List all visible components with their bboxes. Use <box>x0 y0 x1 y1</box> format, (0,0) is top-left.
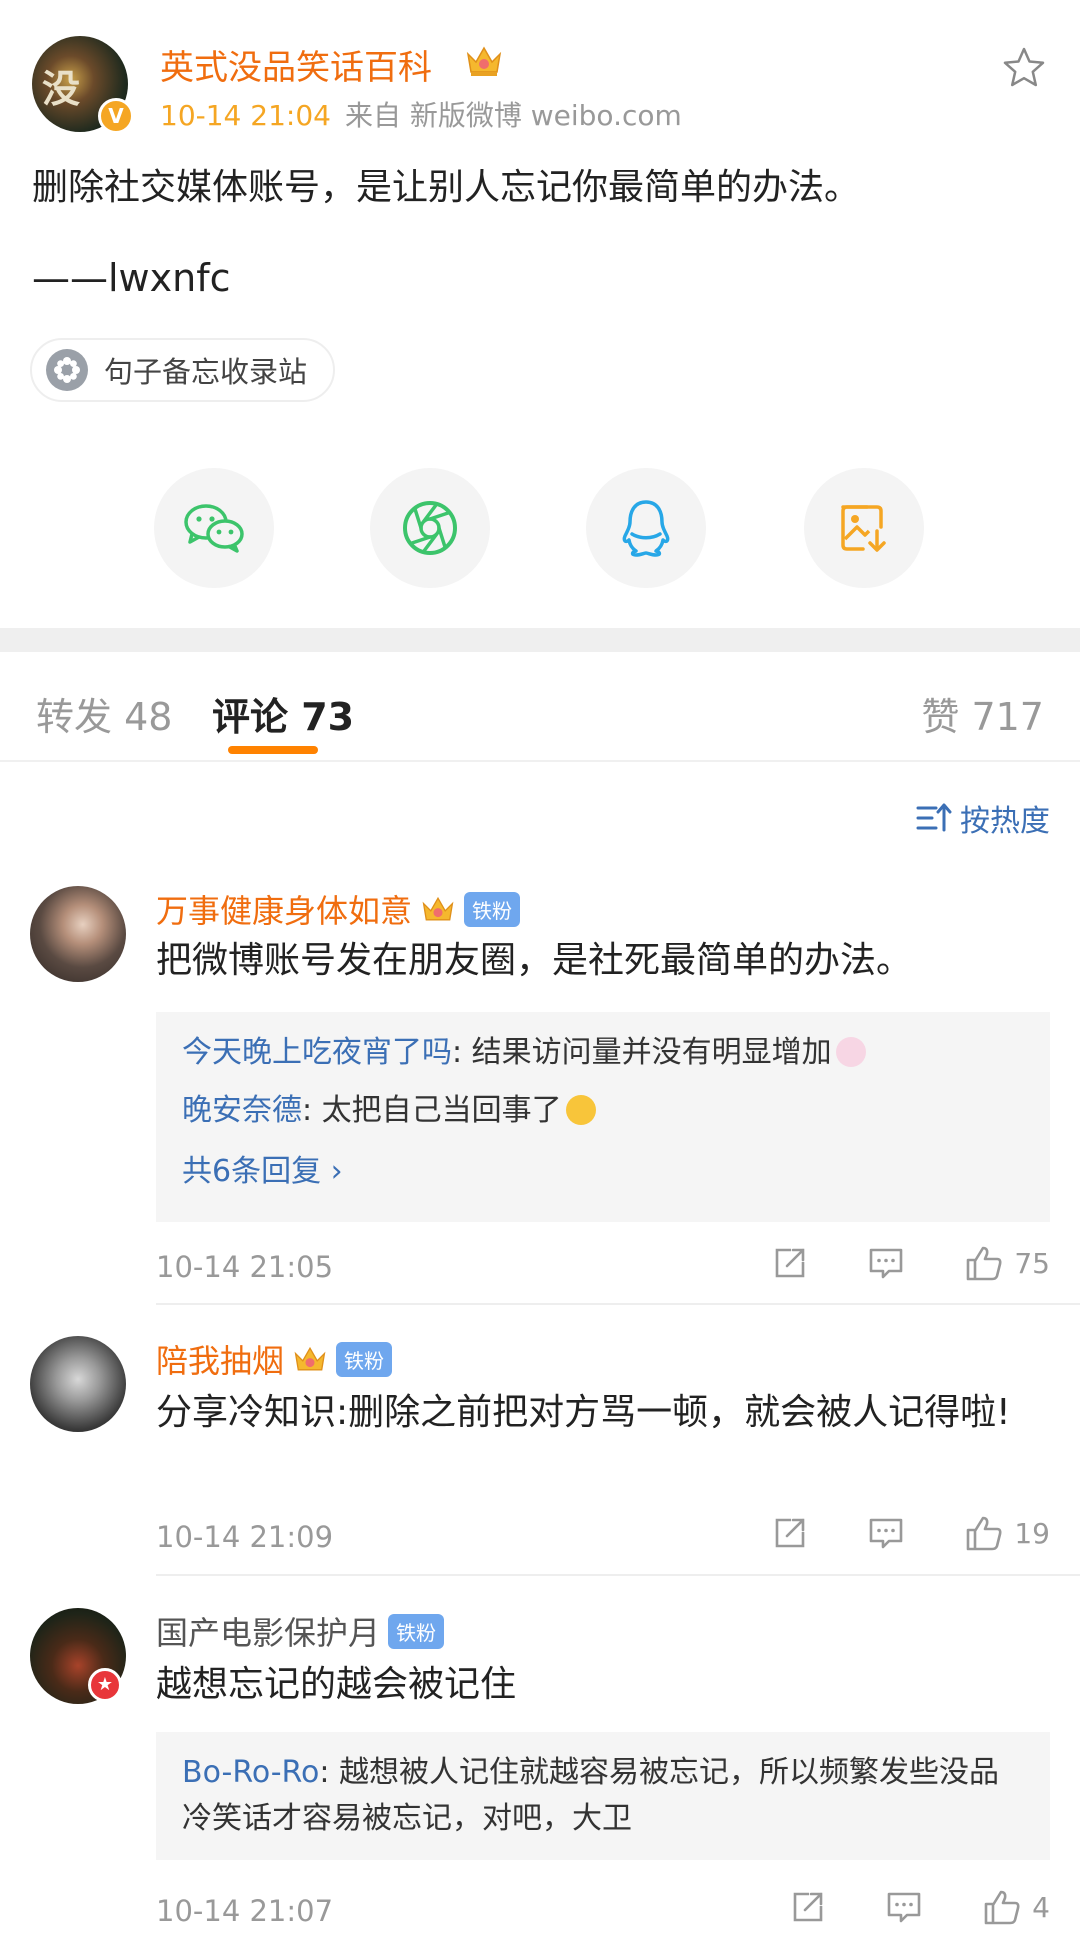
topic-chip[interactable]: 句子备忘收录站 <box>30 338 336 402</box>
post-header: 没 V 英式没品笑话百科 10-14 21:04 来自 新版微博 weibo.co… <box>32 36 1048 136</box>
crown-icon <box>466 46 502 76</box>
comment-icon <box>887 1892 921 1923</box>
share-row <box>154 468 924 588</box>
thumbs-up-icon <box>967 1246 1002 1281</box>
reply-line: 今天晚上吃夜宵了吗: 结果访问量并没有明显增加 <box>182 1030 1024 1076</box>
repost-icon <box>776 1248 805 1278</box>
repost-icon <box>776 1518 805 1548</box>
post-text: 删除社交媒体账号，是让别人忘记你最简单的办法。 <box>32 167 861 208</box>
tab-repost[interactable]: 转发 48 <box>36 686 172 741</box>
reply-line: Bo-Ro-Ro: 越想被人记住就越容易被忘记，所以频繁发些没品冷笑话才容易被忘… <box>182 1755 1000 1836</box>
tab-like[interactable]: 赞 717 <box>921 686 1044 741</box>
more-replies-link[interactable]: 共6条回复 › <box>182 1146 1024 1190</box>
comment-text: 越想忘记的越会被记住 <box>156 1664 517 1705</box>
comment-time: 10-14 21:09 <box>156 1520 334 1554</box>
save-image-icon <box>841 505 886 552</box>
fan-badge: 铁粉 <box>388 1613 445 1649</box>
share-wechat-button[interactable] <box>154 468 274 588</box>
tab-comment[interactable]: 评论 73 <box>212 686 354 741</box>
comment-footer: 10-14 21:09 19 <box>156 1514 1050 1564</box>
reply-text: 结果访问量并没有明显增加 <box>471 1035 832 1070</box>
sort-icon <box>916 803 952 832</box>
commenter-name-row: 万事健康身体如意 铁粉 <box>156 886 521 932</box>
reply-user[interactable]: 晚安奈德 <box>182 1093 302 1128</box>
active-tab-indicator <box>228 746 318 754</box>
comment-divider <box>156 1574 1080 1576</box>
topic-chip-label: 句子备忘收录站 <box>104 355 308 389</box>
crown-icon <box>422 896 454 921</box>
favorite-star-icon[interactable] <box>1000 44 1048 92</box>
like-button[interactable]: 19 <box>964 1514 1050 1552</box>
flower-icon <box>46 349 88 391</box>
like-count: 19 <box>1014 1516 1050 1550</box>
star-badge-icon: ★ <box>88 1668 122 1702</box>
comment-text: 把微博账号发在朋友圈，是社死最简单的办法。 <box>156 940 913 981</box>
thumbs-up-icon <box>984 1890 1020 1925</box>
repost-button[interactable] <box>742 1244 838 1282</box>
post-time: 10-14 21:04 <box>160 99 331 132</box>
bunny-emoji-icon <box>835 1037 866 1067</box>
comment-icon <box>870 1518 903 1549</box>
reply-button[interactable] <box>838 1245 934 1281</box>
repost-icon <box>793 1892 823 1922</box>
commenter-avatar[interactable] <box>30 1336 126 1432</box>
comment-divider <box>156 1303 1080 1305</box>
comment-actions: 19 <box>742 1514 1050 1552</box>
comment-actions: 75 <box>742 1244 1050 1282</box>
moments-icon <box>403 501 457 555</box>
thinking-emoji-icon <box>565 1095 596 1125</box>
sort-label: 按热度 <box>960 804 1050 839</box>
fan-badge: 铁粉 <box>464 891 521 927</box>
commenter-avatar[interactable] <box>30 886 126 982</box>
comment-time: 10-14 21:07 <box>156 1894 334 1928</box>
section-divider <box>0 628 1080 652</box>
comment-footer: 10-14 21:07 4 <box>156 1888 1050 1938</box>
repost-button[interactable] <box>760 1888 856 1926</box>
like-count: 4 <box>1032 1890 1050 1924</box>
repost-button[interactable] <box>742 1514 838 1552</box>
like-count: 75 <box>1014 1246 1050 1280</box>
wechat-icon <box>184 504 244 553</box>
comment-icon <box>870 1248 903 1279</box>
commenter-name[interactable]: 万事健康身体如意 <box>156 886 412 932</box>
reply-user[interactable]: Bo-Ro-Ro <box>182 1755 319 1790</box>
share-moments-button[interactable] <box>370 468 490 588</box>
author-name[interactable]: 英式没品笑话百科 <box>160 40 432 89</box>
share-qq-button[interactable] <box>586 468 706 588</box>
reply-line: 晚安奈德: 太把自己当回事了 <box>182 1088 1024 1134</box>
verified-badge: V <box>98 98 134 134</box>
reply-box[interactable]: Bo-Ro-Ro: 越想被人记住就越容易被忘记，所以频繁发些没品冷笑话才容易被忘… <box>156 1732 1050 1860</box>
post-source: 来自 新版微博 weibo.com <box>344 99 682 132</box>
commenter-name[interactable]: 国产电影保护月 <box>156 1608 380 1654</box>
crown-icon <box>294 1346 326 1371</box>
reply-user[interactable]: 今天晚上吃夜宵了吗 <box>182 1035 452 1070</box>
reply-text: 太把自己当回事了 <box>321 1093 562 1128</box>
tab-bar: 转发 48 评论 73 赞 717 <box>0 652 1080 762</box>
fan-badge: 铁粉 <box>336 1341 393 1377</box>
qq-icon <box>622 500 670 557</box>
save-image-button[interactable] <box>804 468 924 588</box>
commenter-name[interactable]: 陪我抽烟 <box>156 1336 284 1382</box>
reply-button[interactable] <box>838 1515 934 1551</box>
post-meta: 10-14 21:04 来自 新版微博 weibo.com <box>160 94 682 134</box>
comment-text: 分享冷知识:删除之前把对方骂一顿，就会被人记得啦! <box>156 1392 1011 1433</box>
like-button[interactable]: 4 <box>982 1888 1050 1926</box>
commenter-name-row: 国产电影保护月 铁粉 <box>156 1608 445 1654</box>
post-signature: ——lwxnfc <box>32 256 231 300</box>
sort-button[interactable]: 按热度 <box>916 796 1050 840</box>
reply-box[interactable]: 今天晚上吃夜宵了吗: 结果访问量并没有明显增加 晚安奈德: 太把自己当回事了 共… <box>156 1012 1050 1222</box>
commenter-name-row: 陪我抽烟 铁粉 <box>156 1336 393 1382</box>
avatar-glyph: 没 <box>42 67 80 111</box>
comment-footer: 10-14 21:05 75 <box>156 1244 1050 1294</box>
thumbs-up-icon <box>967 1516 1002 1551</box>
comment-actions: 4 <box>760 1888 1050 1926</box>
reply-button[interactable] <box>856 1889 952 1925</box>
comment-time: 10-14 21:05 <box>156 1250 334 1284</box>
like-button[interactable]: 75 <box>964 1244 1050 1282</box>
